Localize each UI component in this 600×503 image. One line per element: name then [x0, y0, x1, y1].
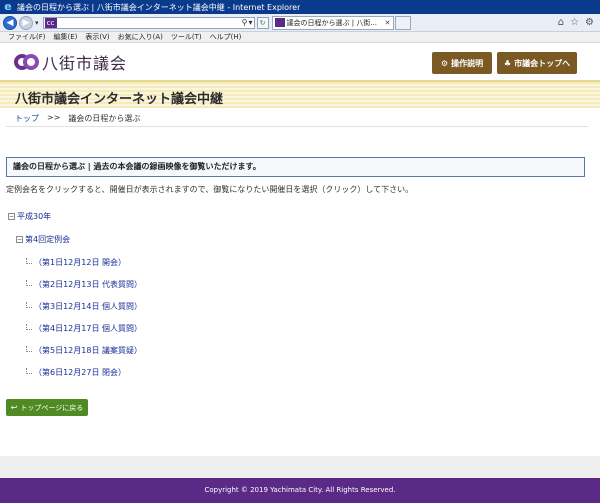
return-arrow-icon: ↩ [10, 403, 18, 412]
tree-session-node[interactable]: − 第4回定例会 [16, 234, 70, 245]
browser-tab[interactable]: 議会の日程から選ぶ | 八街... ✕ [271, 15, 394, 30]
notice-box: 議会の日程から選ぶ | 過去の本会議の録画映像を御覧いただけます。 [6, 157, 585, 177]
gear-icon[interactable]: ⚙ [585, 17, 594, 28]
manual-button[interactable]: ⚙ 操作説明 [432, 52, 492, 74]
breadcrumb-top-link[interactable]: トップ [15, 113, 39, 124]
day-link[interactable]: （第6日12月27日 閉会） [34, 367, 126, 378]
close-tab-icon[interactable]: ✕ [385, 19, 391, 27]
back-arrow-icon[interactable]: ◀ [3, 15, 17, 30]
council-top-button-label: 市議会トップへ [514, 58, 571, 68]
back-to-top-button[interactable]: ↩ トップページに戻る [6, 399, 88, 416]
home-icon[interactable]: ⌂ [558, 17, 564, 28]
tree-day-item[interactable]: （第3日12月14日 個人質問） [26, 301, 142, 312]
window-title-bar: e 議会の日程から選ぶ | 八街市議会インターネット議会中継 - Interne… [0, 0, 600, 14]
breadcrumb-separator: >> [47, 113, 61, 122]
history-dropdown-icon[interactable]: ▾ [35, 19, 39, 27]
tree-branch-icon [26, 367, 32, 374]
site-footer: Copyright © 2019 Yachimata City. All Rig… [0, 478, 600, 503]
council-top-button[interactable]: ♣ 市議会トップへ [497, 52, 577, 74]
tab-title: 議会の日程から選ぶ | 八街... [286, 18, 377, 27]
tree-day-item[interactable]: （第4日12月17日 個人質問） [26, 323, 142, 334]
logo-text: 八街市議会 [42, 54, 128, 73]
page-title: 八街市議会インターネット議会中継 [15, 92, 224, 107]
menu-favorites[interactable]: お気に入り(A) [118, 32, 163, 42]
tree-day-item[interactable]: （第1日12月12日 開会） [26, 257, 126, 268]
address-dropdown-icon[interactable]: ▾ [249, 18, 253, 27]
tree-day-item[interactable]: （第6日12月27日 閉会） [26, 367, 126, 378]
collapse-toggle-icon[interactable]: − [8, 213, 15, 220]
year-link[interactable]: 平成30年 [17, 211, 51, 222]
site-favicon-icon: cc [44, 17, 57, 28]
tree-branch-icon [26, 323, 32, 330]
menu-help[interactable]: ヘルプ(H) [210, 32, 242, 42]
menu-view[interactable]: 表示(V) [85, 32, 109, 42]
gear-icon: ⚙ [440, 58, 449, 68]
back-to-top-label: トップページに戻る [20, 403, 84, 412]
address-bar[interactable]: cc ⚲ ▾ [42, 16, 255, 29]
collapse-toggle-icon[interactable]: − [16, 236, 23, 243]
tree-branch-icon [26, 345, 32, 352]
new-tab-button[interactable] [394, 15, 411, 30]
menu-file[interactable]: ファイル(F) [8, 32, 46, 42]
menu-tools[interactable]: ツール(T) [171, 32, 202, 42]
menu-edit[interactable]: 編集(E) [54, 32, 78, 42]
browser-toolbar-icons: ⌂ ☆ ⚙ [558, 17, 594, 28]
tree-branch-icon [26, 279, 32, 286]
tree-branch-icon [26, 257, 32, 264]
instruction-text: 定例会名をクリックすると、開催日が表示されますので、御覧になりたい開催日を選択（… [6, 185, 414, 194]
tree-day-item[interactable]: （第2日12月13日 代表質問） [26, 279, 142, 290]
breadcrumb-divider [6, 126, 588, 127]
site-logo[interactable]: 八街市議会 [14, 50, 127, 74]
breadcrumb-current: 議会の日程から選ぶ [68, 114, 141, 123]
search-icon[interactable]: ⚲ [242, 18, 248, 27]
sitemap-icon: ♣ [503, 58, 512, 68]
star-icon[interactable]: ☆ [570, 17, 579, 28]
forward-arrow-icon[interactable]: ▶ [19, 15, 33, 30]
title-banner: 八街市議会インターネット議会中継 [0, 80, 600, 108]
copyright-text: Copyright © 2019 Yachimata City. All Rig… [204, 486, 396, 494]
tree-year-node[interactable]: − 平成30年 [8, 211, 51, 222]
session-link[interactable]: 第4回定例会 [25, 234, 70, 245]
day-link[interactable]: （第3日12月14日 個人質問） [34, 301, 142, 312]
manual-button-label: 操作説明 [451, 58, 484, 68]
tree-day-item[interactable]: （第5日12月18日 議案質疑） [26, 345, 142, 356]
navigation-bar: ◀ ▶ ▾ cc ⚲ ▾ ↻ 議会の日程から選ぶ | 八街... ✕ ⌂ ☆ ⚙ [0, 14, 600, 32]
ie-logo-icon: e [4, 0, 12, 13]
tab-favicon-icon [274, 18, 285, 27]
web-page: 八街市議会 ⚙ 操作説明 ♣ 市議会トップへ 八街市議会インターネット議会中継 … [0, 44, 600, 503]
city-emblem-icon [14, 54, 39, 70]
site-header: 八街市議会 ⚙ 操作説明 ♣ 市議会トップへ [0, 44, 600, 80]
day-link[interactable]: （第1日12月12日 開会） [34, 257, 126, 268]
refresh-icon[interactable]: ↻ [256, 16, 269, 29]
menu-bar: ファイル(F) 編集(E) 表示(V) お気に入り(A) ツール(T) ヘルプ(… [0, 32, 600, 43]
breadcrumb: トップ >> 議会の日程から選ぶ [15, 113, 140, 124]
day-link[interactable]: （第5日12月18日 議案質疑） [34, 345, 142, 356]
address-tools: ⚲ ▾ [242, 18, 254, 27]
day-link[interactable]: （第4日12月17日 個人質問） [34, 323, 142, 334]
window-title: 議会の日程から選ぶ | 八街市議会インターネット議会中継 - Internet … [17, 2, 301, 12]
footer-spacer [0, 456, 600, 478]
day-link[interactable]: （第2日12月13日 代表質問） [34, 279, 142, 290]
tree-branch-icon [26, 301, 32, 308]
